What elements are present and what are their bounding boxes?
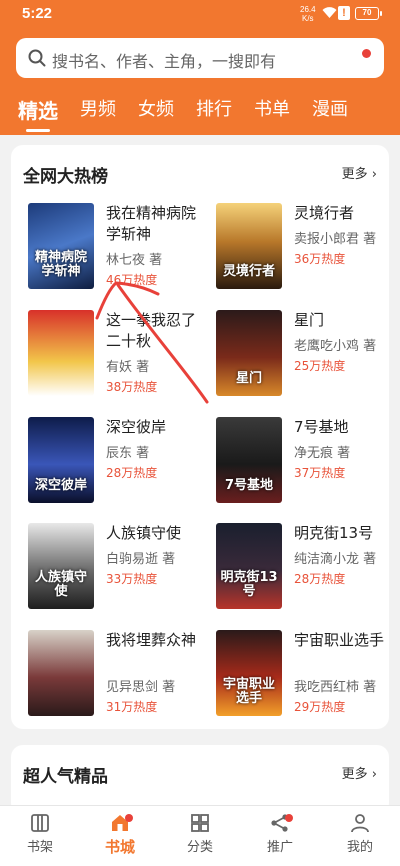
book-heat: 28万热度 [106, 466, 158, 480]
tab-booklist[interactable]: 书单 [254, 95, 290, 121]
book-item[interactable]: 灵境行者 灵境行者 卖报小郎君 著 36万热度 [216, 203, 386, 289]
book-item[interactable]: 这一拳我忍了二十秋 有妖 著 38万热度 [28, 310, 198, 396]
bookshelf-icon [31, 814, 49, 832]
book-cover: 星门 [216, 310, 282, 396]
book-author: 辰东 著 [106, 446, 150, 461]
nav-label: 我的 [346, 840, 373, 855]
book-heat: 28万热度 [294, 572, 346, 586]
book-heat: 46万热度 [106, 273, 158, 287]
book-author: 林七夜 著 [106, 253, 163, 268]
book-cover [28, 310, 94, 396]
tab-comics[interactable]: 漫画 [312, 95, 348, 121]
book-title: 灵境行者 [294, 204, 355, 222]
book-heat: 37万热度 [294, 466, 346, 480]
more-link[interactable]: 更多 › [342, 163, 377, 182]
book-item[interactable]: 明克街13号 明克街13号 纯洁滴小龙 著 28万热度 [216, 523, 386, 609]
book-heat: 33万热度 [106, 572, 158, 586]
tab-featured[interactable]: 精选 [18, 95, 58, 132]
section-title: 超人气精品 [23, 767, 108, 787]
bottom-navigation: 书架 书城 分类 推广 我的 [0, 805, 400, 866]
search-bar[interactable]: 搜书名、作者、主角，一搜即有 [16, 38, 384, 78]
wifi-icon [322, 7, 337, 18]
book-author: 老鹰吃小鸡 著 [294, 339, 377, 354]
book-cover: 精神病院学斩神 [28, 203, 94, 289]
nav-label: 推广 [266, 840, 293, 855]
nav-label: 书架 [26, 840, 53, 855]
book-title: 人族镇守使 [106, 524, 182, 542]
nav-bookshelf[interactable]: 书架 [10, 812, 70, 855]
nav-bookstore[interactable]: 书城 [90, 812, 150, 857]
tab-female[interactable]: 女频 [138, 95, 174, 121]
book-item[interactable]: 精神病院学斩神 我在精神病院学斩神 林七夜 著 46万热度 [28, 203, 198, 289]
book-cover: 7号基地 [216, 417, 282, 503]
book-item[interactable]: 人族镇守使 人族镇守使 白驹易逝 著 33万热度 [28, 523, 198, 609]
alert-icon: ! [338, 6, 350, 20]
book-title: 深空彼岸 [106, 418, 167, 436]
book-item[interactable]: 7号基地 7号基地 净无痕 著 37万热度 [216, 417, 386, 503]
book-title: 星门 [294, 311, 325, 329]
book-title: 这一拳我忍了二十秋 [106, 311, 197, 350]
book-author: 纯洁滴小龙 著 [294, 552, 377, 567]
nav-label: 书城 [104, 838, 135, 856]
nav-profile[interactable]: 我的 [330, 812, 390, 855]
nav-label: 分类 [186, 840, 213, 855]
status-bar: 5:22 26.4 K/s ! 70 [0, 0, 400, 30]
book-cover: 灵境行者 [216, 203, 282, 289]
book-author: 我吃西红柿 著 [294, 680, 377, 695]
book-cover [28, 630, 94, 716]
book-title: 宇宙职业选手 [294, 631, 385, 649]
book-item[interactable]: 星门 星门 老鹰吃小鸡 著 25万热度 [216, 310, 386, 396]
book-author: 卖报小郎君 著 [294, 232, 377, 247]
book-author: 净无痕 著 [294, 446, 351, 461]
nav-promote[interactable]: 推广 [250, 812, 310, 855]
book-heat: 36万热度 [294, 252, 346, 266]
search-icon [28, 49, 46, 67]
book-cover: 人族镇守使 [28, 523, 94, 609]
book-item[interactable]: 宇宙职业选手 宇宙职业选手 我吃西红柿 著 29万热度 [216, 630, 386, 716]
user-icon [351, 814, 369, 833]
book-heat: 25万热度 [294, 359, 346, 373]
status-time: 5:22 [22, 5, 53, 22]
book-cover: 明克街13号 [216, 523, 282, 609]
search-placeholder: 搜书名、作者、主角，一搜即有 [52, 52, 277, 71]
book-author: 白驹易逝 著 [106, 552, 176, 567]
section-title: 全网大热榜 [23, 167, 108, 187]
book-cover: 宇宙职业选手 [216, 630, 282, 716]
nav-category[interactable]: 分类 [170, 812, 230, 855]
notification-dot [125, 814, 133, 822]
book-title: 明克街13号 [294, 524, 374, 542]
notification-dot [362, 49, 371, 58]
category-tabs: 精选 男频 女频 排行 书单 漫画 [0, 95, 400, 132]
more-link[interactable]: 更多 › [342, 763, 377, 782]
notification-dot [285, 814, 293, 822]
book-heat: 29万热度 [294, 700, 346, 714]
book-heat: 38万热度 [106, 380, 158, 394]
book-title: 我在精神病院学斩神 [106, 204, 197, 243]
book-author: 有妖 著 [106, 360, 150, 375]
network-speed: 26.4 K/s [300, 5, 316, 23]
book-author: 见异思剑 著 [106, 680, 176, 695]
book-title: 我将埋葬众神 [106, 631, 197, 649]
book-title: 7号基地 [294, 418, 349, 436]
hot-list-card: 全网大热榜 更多 › 精神病院学斩神 我在精神病院学斩神 林七夜 著 46万热度… [11, 145, 389, 729]
book-cover: 深空彼岸 [28, 417, 94, 503]
tab-male[interactable]: 男频 [80, 95, 116, 121]
book-item[interactable]: 我将埋葬众神 见异思剑 著 31万热度 [28, 630, 198, 716]
tab-ranking[interactable]: 排行 [196, 95, 232, 121]
battery-icon: 70 [355, 7, 382, 20]
book-heat: 31万热度 [106, 700, 158, 714]
category-icon [191, 814, 209, 832]
book-item[interactable]: 深空彼岸 深空彼岸 辰东 著 28万热度 [28, 417, 198, 503]
